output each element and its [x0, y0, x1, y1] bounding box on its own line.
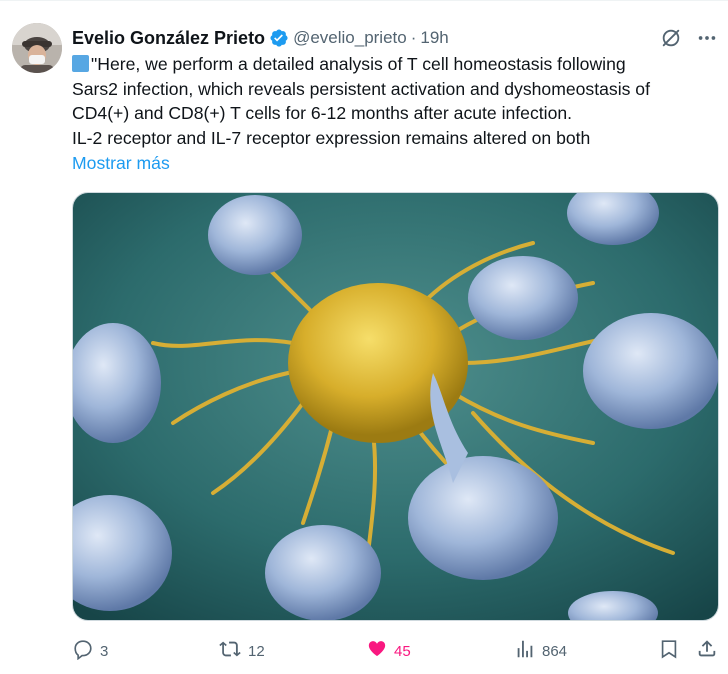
views-chart-icon [514, 638, 536, 665]
reply-button[interactable]: 3 [72, 638, 108, 664]
tweet-text-line: CD4(+) and CD8(+) T cells for 6-12 month… [72, 103, 573, 124]
repost-count: 12 [248, 642, 265, 660]
grok-icon[interactable] [660, 27, 682, 49]
divider [0, 0, 728, 1]
tweet-text: "Here, we perform a detailed analysis of… [72, 52, 722, 151]
tweet-card[interactable]: Evelio González Prieto @evelio_prieto · … [0, 0, 728, 674]
bookmark-icon [658, 638, 680, 665]
tweet-text-content: "Here, we perform a detailed analysis of… [91, 54, 626, 74]
tweet-text-line: IL-2 receptor and IL-7 receptor expressi… [72, 128, 591, 149]
tweet-text-line: Sars2 infection, which reveals persisten… [72, 78, 650, 99]
reply-count: 3 [100, 642, 109, 660]
more-options-icon[interactable] [696, 27, 718, 49]
avatar[interactable] [12, 23, 62, 73]
tweet-text-line: "Here, we perform a detailed analysis of… [72, 52, 722, 77]
bookmark-button[interactable] [658, 638, 680, 664]
separator-dot: · [410, 28, 417, 47]
show-more-link[interactable]: Mostrar más [72, 153, 170, 174]
author-name[interactable]: Evelio González Prieto [72, 28, 265, 49]
like-count: 45 [394, 642, 411, 660]
share-icon [696, 638, 718, 665]
repost-button[interactable]: 12 [218, 638, 265, 664]
verified-badge-icon [269, 28, 289, 48]
heart-icon [366, 638, 388, 665]
views-count: 864 [542, 642, 568, 660]
author-handle[interactable]: @evelio_prieto [293, 28, 407, 48]
blue-square-emoji-icon [72, 55, 89, 72]
share-button[interactable] [696, 638, 718, 664]
reply-icon [72, 638, 94, 665]
tweet-actions: 3 12 45 864 [72, 638, 722, 664]
timestamp[interactable]: 19h [420, 28, 448, 48]
repost-icon [218, 638, 242, 665]
like-button[interactable]: 45 [366, 638, 411, 664]
tweet-header: Evelio González Prieto @evelio_prieto · … [72, 26, 718, 50]
tweet-image[interactable] [72, 192, 719, 621]
views-button[interactable]: 864 [514, 638, 567, 664]
